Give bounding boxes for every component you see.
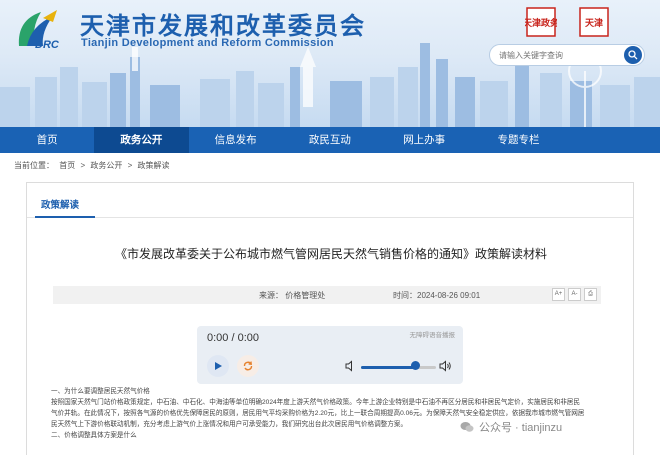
header-banner: DRC 天津市发展和改革委员会 Tianjin Development and … bbox=[0, 0, 660, 127]
breadcrumb-separator: > bbox=[127, 161, 133, 170]
breadcrumb-prefix: 当前位置： bbox=[14, 161, 54, 170]
volume-slider-handle[interactable] bbox=[410, 361, 420, 370]
breadcrumb-item-government-affairs[interactable]: 政务公开 bbox=[90, 161, 122, 170]
play-icon bbox=[215, 362, 222, 370]
svg-text:天津: 天津 bbox=[585, 17, 603, 29]
site-title: 天津市发展和改革委员会 bbox=[80, 12, 366, 40]
svg-text:天津政务: 天津政务 bbox=[525, 17, 557, 29]
search-box bbox=[489, 44, 645, 66]
body-paragraph: 按照国家天然气门站价格政策规定，中石油、中石化、中海油等单位明确2024年度上游… bbox=[51, 399, 580, 406]
article-source: 来源： 价格管理处 bbox=[259, 291, 326, 300]
player-time: 0:00 / 0:00 bbox=[207, 332, 259, 344]
article-time: 时间：2024-08-26 09:01 bbox=[393, 291, 481, 300]
nav-item-home[interactable]: 首页 bbox=[0, 127, 94, 153]
site-subtitle: Tianjin Development and Reform Commissio… bbox=[81, 37, 334, 49]
nav-item-information[interactable]: 信息发布 bbox=[189, 127, 283, 153]
volume-level bbox=[361, 366, 415, 369]
article-tools: A+ A- ⎙ bbox=[552, 288, 597, 301]
government-seal-1: 天津政务 bbox=[525, 7, 557, 37]
wechat-icon bbox=[460, 422, 474, 432]
watermark-text: 公众号 · tianjinzu bbox=[479, 422, 563, 434]
drc-logo: DRC bbox=[18, 10, 60, 51]
breadcrumb-item-home[interactable]: 首页 bbox=[59, 161, 75, 170]
print-button[interactable]: ⎙ bbox=[584, 288, 597, 301]
loop-button[interactable] bbox=[237, 355, 259, 377]
breadcrumb-separator: > bbox=[80, 161, 86, 170]
article-title: 《市发展改革委关于公布城市燃气管网居民天然气销售价格的通知》政策解读材料 bbox=[114, 247, 547, 261]
government-seal-2: 天津 bbox=[579, 7, 609, 37]
tab-active-indicator bbox=[35, 216, 95, 218]
breadcrumb: 当前位置： 首页 > 政务公开 > 政策解读 bbox=[14, 160, 173, 171]
search-icon bbox=[628, 50, 638, 60]
volume-mute-icon[interactable] bbox=[345, 360, 357, 372]
search-input[interactable] bbox=[499, 45, 623, 66]
article-meta-bar: 来源： 价格管理处 时间：2024-08-26 09:01 A+ A- ⎙ bbox=[53, 286, 601, 304]
tab-divider bbox=[27, 217, 633, 218]
volume-icon[interactable] bbox=[439, 359, 453, 373]
font-decrease-button[interactable]: A- bbox=[568, 288, 581, 301]
nav-item-interaction[interactable]: 政民互动 bbox=[283, 127, 377, 153]
loop-icon bbox=[243, 361, 253, 371]
play-button[interactable] bbox=[207, 355, 229, 377]
font-increase-button[interactable]: A+ bbox=[552, 288, 565, 301]
main-nav: 首页 政务公开 信息发布 政民互动 网上办事 专题专栏 bbox=[0, 127, 660, 153]
svg-text:DRC: DRC bbox=[35, 39, 60, 51]
player-note: 无障碍语音播报 bbox=[409, 332, 456, 339]
nav-item-online-services[interactable]: 网上办事 bbox=[377, 127, 471, 153]
body-paragraph: 一、为什么要调整居民天然气价格 bbox=[51, 388, 150, 395]
tab-policy-interpretation[interactable]: 政策解读 bbox=[41, 197, 79, 211]
breadcrumb-item-policy-interpretation[interactable]: 政策解读 bbox=[138, 161, 170, 170]
search-button[interactable] bbox=[624, 46, 642, 64]
wechat-watermark: 公众号 · tianjinzu bbox=[452, 416, 571, 438]
nav-item-special-topics[interactable]: 专题专栏 bbox=[471, 127, 565, 153]
nav-item-government-affairs[interactable]: 政务公开 bbox=[94, 127, 189, 153]
audio-player: 无障碍语音播报 0:00 / 0:00 bbox=[197, 326, 463, 384]
content-panel: 政策解读 《市发展改革委关于公布城市燃气管网居民天然气销售价格的通知》政策解读材… bbox=[26, 182, 634, 455]
